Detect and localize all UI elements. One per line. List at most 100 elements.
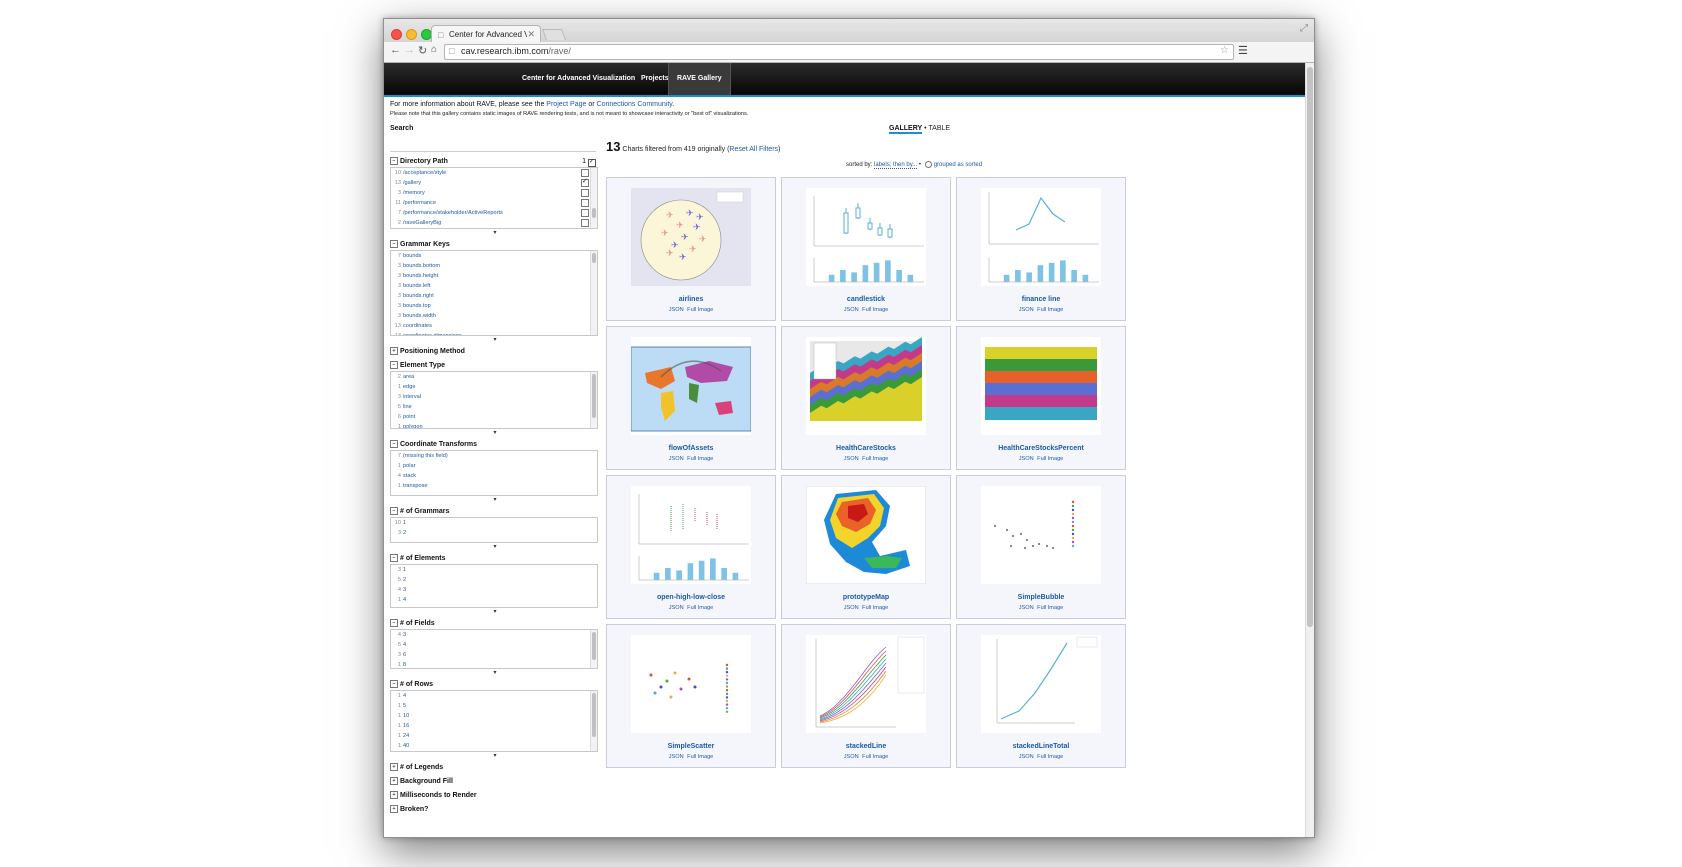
facet-header[interactable]: − # of Elements	[390, 553, 600, 564]
facet-item-label[interactable]: 5	[403, 703, 406, 709]
search-input[interactable]	[390, 143, 596, 152]
expand-icon[interactable]: +	[390, 805, 398, 814]
facet-item-label[interactable]: area	[403, 374, 414, 380]
project-page-link[interactable]: Project Page	[546, 101, 586, 108]
json-link[interactable]: JSON	[844, 456, 859, 462]
facet-item-label[interactable]: 8	[403, 662, 406, 668]
json-link[interactable]: JSON	[1019, 456, 1034, 462]
chart-title[interactable]: finance line	[957, 296, 1125, 303]
facet-item[interactable]: 54	[391, 640, 597, 650]
facet-item-label[interactable]: polar	[403, 463, 415, 469]
expand-facet-icon[interactable]: ▾	[390, 669, 600, 677]
full-image-link[interactable]: Full Image	[1037, 307, 1063, 313]
expand-facet-icon[interactable]: ▾	[390, 543, 600, 551]
facet-header[interactable]: − Coordinate Transforms	[390, 439, 600, 450]
full-image-link[interactable]: Full Image	[687, 307, 713, 313]
facet-item-checkbox[interactable]	[581, 169, 589, 177]
grouped-label[interactable]: grouped as sorted	[934, 162, 982, 168]
menu-icon[interactable]: ☰	[1238, 44, 1248, 57]
chart-title[interactable]: stackedLineTotal	[957, 743, 1125, 750]
chart-thumbnail[interactable]	[631, 337, 751, 435]
facet-item-label[interactable]: bounds.top	[403, 303, 431, 309]
facet-item[interactable]: 13/gallery	[391, 177, 597, 188]
minimize-window-button[interactable]	[406, 29, 417, 40]
chart-thumbnail[interactable]	[806, 486, 926, 584]
facet-item[interactable]: 43	[391, 630, 597, 640]
facet-item-label[interactable]: stack	[403, 473, 416, 479]
chart-title[interactable]: prototypeMap	[782, 594, 950, 601]
facet-item[interactable]: 2 area	[391, 372, 597, 382]
facet-item[interactable]: 14	[391, 595, 597, 605]
collapse-icon[interactable]: −	[390, 554, 398, 563]
gallery-view-tab[interactable]: GALLERY	[889, 125, 923, 134]
facet-header[interactable]: + Broken?	[390, 804, 600, 816]
facet-item[interactable]: 52	[391, 575, 597, 585]
new-tab-button[interactable]	[541, 29, 567, 40]
facet-item[interactable]: 18	[391, 660, 597, 668]
json-link[interactable]: JSON	[844, 307, 859, 313]
facet-header[interactable]: + Background Fill	[390, 776, 600, 788]
facet-item-label[interactable]: /acceptance/style	[403, 170, 446, 176]
facet-item-label[interactable]: 1	[403, 520, 406, 526]
facet-item-label[interactable]: /gallery	[403, 180, 421, 186]
full-image-link[interactable]: Full Image	[1037, 456, 1063, 462]
facet-item-label[interactable]: bounds	[403, 253, 421, 259]
facet-item-label[interactable]: 16	[403, 723, 409, 729]
facet-item-label[interactable]: 4	[403, 693, 406, 699]
facet-item[interactable]: 7 bounds	[391, 251, 597, 261]
json-link[interactable]: JSON	[1019, 754, 1034, 760]
full-image-link[interactable]: Full Image	[1037, 605, 1063, 611]
full-image-link[interactable]: Full Image	[862, 307, 888, 313]
facet-item-label[interactable]: /performance	[403, 200, 436, 206]
facet-scrollbar[interactable]	[590, 630, 597, 668]
json-link[interactable]: JSON	[1019, 605, 1034, 611]
json-link[interactable]: JSON	[844, 605, 859, 611]
chart-thumbnail[interactable]	[631, 486, 751, 584]
facet-header[interactable]: + Milliseconds to Render	[390, 790, 600, 802]
facet-item[interactable]: 1 transpose	[391, 481, 597, 491]
chart-thumbnail[interactable]	[631, 635, 751, 733]
facet-item-label[interactable]: 24	[403, 733, 409, 739]
facet-item-label[interactable]: interval	[403, 394, 421, 400]
facet-item[interactable]: 5 line	[391, 402, 597, 412]
chart-thumbnail[interactable]	[981, 337, 1101, 435]
chart-title[interactable]: candlestick	[782, 296, 950, 303]
facet-item[interactable]: 15	[391, 701, 597, 711]
expand-icon[interactable]: +	[390, 763, 398, 772]
facet-item[interactable]: 3 bounds.left	[391, 281, 597, 291]
facet-item-label[interactable]: 10	[403, 713, 409, 719]
facet-item[interactable]: 4 stack	[391, 471, 597, 481]
facet-item[interactable]: 1 10	[391, 711, 597, 721]
facet-item-label[interactable]: coordinates	[403, 323, 432, 329]
facet-item[interactable]: 3 interval	[391, 392, 597, 402]
facet-item[interactable]: 3 bounds.width	[391, 311, 597, 321]
home-icon[interactable]: ⌂	[431, 44, 437, 55]
facet-item-label[interactable]: polygon	[403, 424, 423, 428]
expand-facet-icon[interactable]: ▾	[390, 229, 600, 237]
facet-item-label[interactable]: edge	[403, 384, 415, 390]
facet-item[interactable]: 1 polygon	[391, 422, 597, 428]
facet-item-label[interactable]: 6	[403, 652, 406, 658]
facet-item[interactable]: 10 1	[391, 518, 597, 528]
expand-facet-icon[interactable]: ▾	[390, 752, 600, 760]
facet-item-label[interactable]: 4	[403, 642, 406, 648]
tab-close-icon[interactable]: ✕	[527, 29, 535, 40]
facet-item[interactable]: 1 40	[391, 741, 597, 751]
sort-by-link[interactable]: labels; then by...	[874, 162, 918, 170]
facet-item-label[interactable]: 3	[403, 632, 406, 638]
expand-icon[interactable]: +	[390, 347, 398, 356]
facet-header[interactable]: − Directory Path 1 ✓	[390, 156, 600, 167]
json-link[interactable]: JSON	[669, 307, 684, 313]
chart-thumbnail[interactable]	[806, 188, 926, 286]
facet-item[interactable]: 7/performance/stakeholder/ActiveReports	[391, 208, 597, 218]
facet-item[interactable]: 3 bounds.top	[391, 301, 597, 311]
facet-item[interactable]: 3 bounds.height	[391, 271, 597, 281]
facet-item[interactable]: 32	[391, 528, 597, 538]
chart-title[interactable]: SimpleScatter	[607, 743, 775, 750]
facet-item[interactable]: 13 coordinates.dimensions	[391, 331, 597, 335]
facet-header[interactable]: + Positioning Method	[390, 346, 600, 358]
collapse-icon[interactable]: −	[390, 619, 398, 628]
select-all-checkbox[interactable]: ✓	[588, 159, 596, 167]
facet-item[interactable]: 36	[391, 650, 597, 660]
facet-item[interactable]: 31	[391, 565, 597, 575]
